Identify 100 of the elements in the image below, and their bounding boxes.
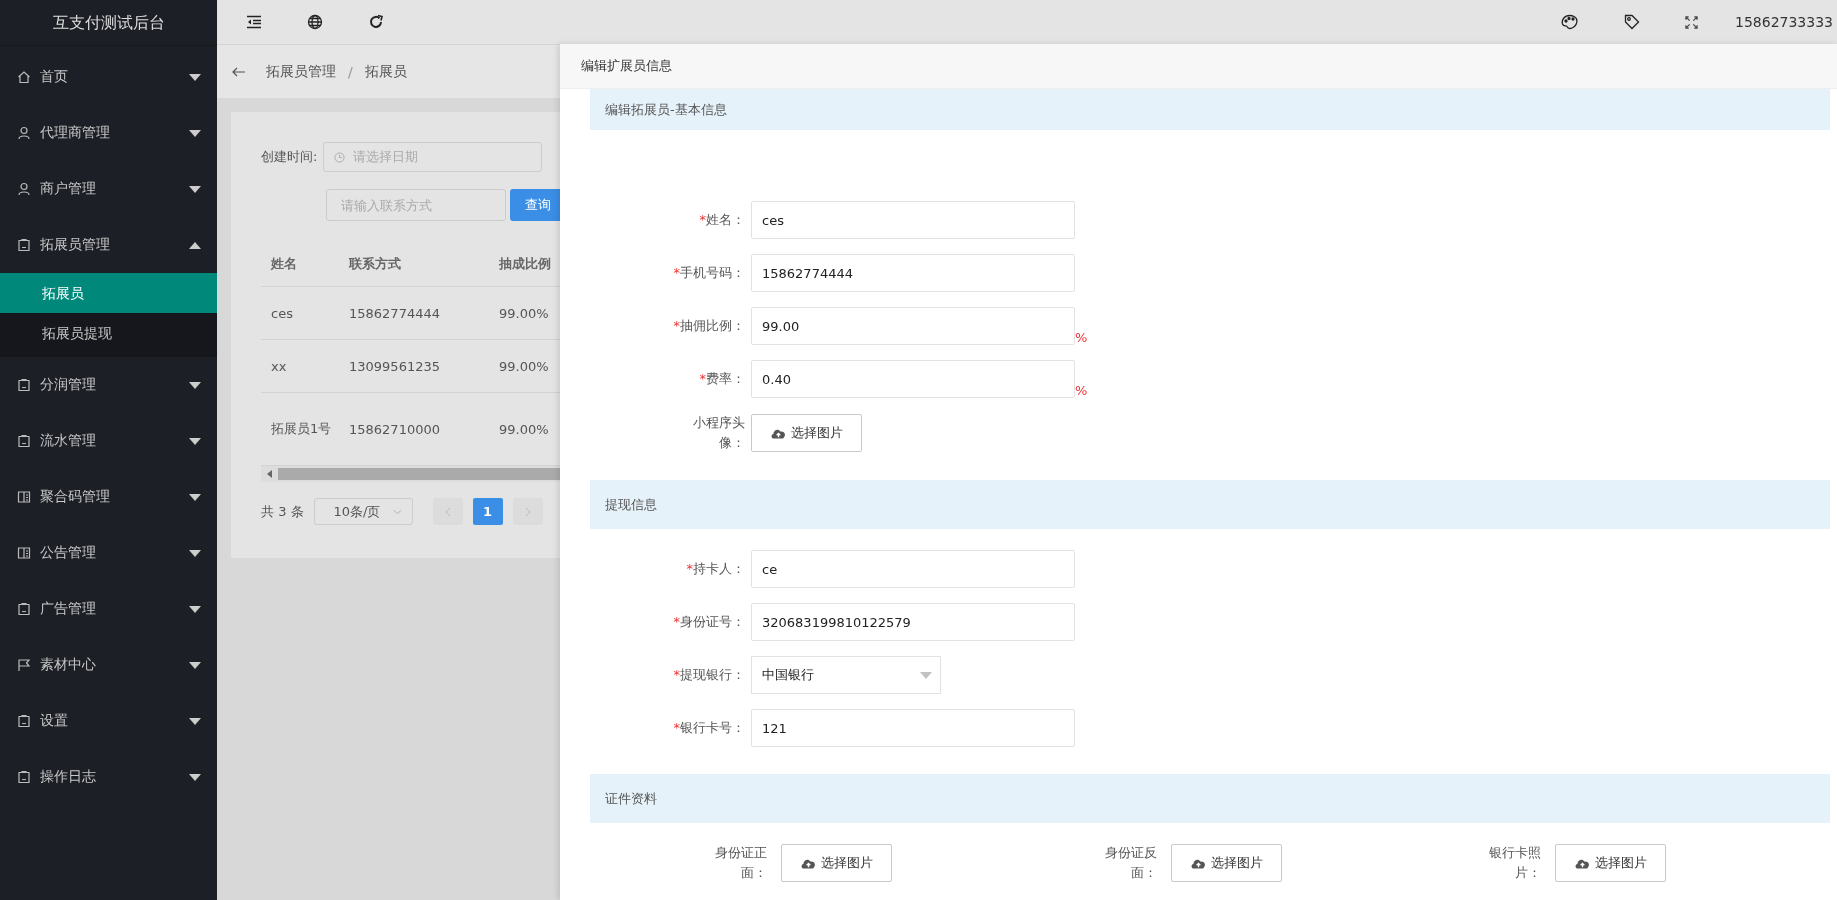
- percent-suffix: %: [1075, 383, 1088, 398]
- chevron-down-icon: [392, 508, 402, 515]
- cloud-upload-icon: [1574, 857, 1591, 869]
- book-icon: [17, 490, 31, 504]
- menu-fold-icon[interactable]: [246, 15, 262, 29]
- required-mark: *: [673, 667, 680, 682]
- filter-label: 创建时间:: [261, 148, 318, 166]
- upload-button[interactable]: 选择图片: [751, 414, 862, 452]
- sidebar-item[interactable]: 聚合码管理: [0, 469, 217, 525]
- required-mark: *: [673, 614, 680, 629]
- required-mark: *: [673, 720, 680, 735]
- clipboard-icon: [17, 714, 31, 728]
- field-label: 身份证反面：: [1104, 844, 1157, 882]
- clipboard-icon: [17, 602, 31, 616]
- upload-button[interactable]: 选择图片: [1171, 844, 1282, 882]
- sidebar-item[interactable]: 流水管理: [0, 413, 217, 469]
- field-label: *姓名：: [698, 211, 745, 229]
- cloud-upload-icon: [1190, 857, 1207, 869]
- page-size-select[interactable]: 10条/页: [313, 498, 413, 525]
- field-label: *抽佣比例：: [672, 317, 745, 335]
- submenu-item[interactable]: 拓展员: [0, 273, 217, 313]
- back-arrow-icon[interactable]: [232, 66, 246, 77]
- section-title: 编辑拓展员-基本信息: [605, 100, 727, 119]
- field-label: *身份证号：: [672, 613, 745, 631]
- section-title: 证件资料: [605, 789, 657, 808]
- required-mark: *: [673, 265, 680, 280]
- sidebar-item[interactable]: 商户管理: [0, 161, 217, 217]
- sidebar-item[interactable]: 设置: [0, 693, 217, 749]
- text-field[interactable]: 99.00: [751, 307, 1075, 345]
- required-mark: *: [699, 371, 706, 386]
- bank-select[interactable]: 中国银行: [751, 656, 941, 694]
- total-count: 共 3 条: [261, 502, 304, 521]
- cloud-upload-icon: [800, 857, 817, 869]
- table-cell-text: 99.00%: [498, 421, 550, 437]
- table-cell-text: 拓展员1号: [270, 420, 333, 438]
- sidebar-item[interactable]: 素材中心: [0, 637, 217, 693]
- fullscreen-icon[interactable]: [1685, 15, 1698, 29]
- column-header: 抽成比例: [498, 254, 552, 273]
- table-cell-text: 99.00%: [498, 358, 550, 374]
- user-phone[interactable]: 15862733333: [1735, 14, 1837, 30]
- section-title: 提现信息: [605, 495, 657, 514]
- submenu-item[interactable]: 拓展员提现: [0, 313, 217, 353]
- clock-icon: [334, 151, 346, 163]
- sidebar-item[interactable]: 公告管理: [0, 525, 217, 581]
- scroll-left-icon[interactable]: [267, 470, 272, 478]
- clipboard-icon: [17, 378, 31, 392]
- clipboard-icon: [17, 238, 31, 252]
- sidebar-item[interactable]: 首页: [0, 49, 217, 105]
- sidebar-item[interactable]: 分润管理: [0, 357, 217, 413]
- sidebar-item[interactable]: 拓展员管理: [0, 217, 217, 273]
- field-label: *手机号码：: [672, 264, 745, 282]
- table-cell-text: 99.00%: [498, 305, 550, 321]
- book-icon: [17, 546, 31, 560]
- palette-icon[interactable]: [1561, 14, 1579, 30]
- user-icon: [17, 182, 31, 196]
- text-field[interactable]: ces: [751, 201, 1075, 239]
- table-cell-text: 13099561235: [348, 358, 441, 374]
- field-label: 银行卡照片：: [1488, 844, 1541, 882]
- user-icon: [17, 126, 31, 140]
- chevron-right-icon: [524, 506, 531, 517]
- field-label: *持卡人：: [685, 560, 745, 578]
- refresh-icon[interactable]: [368, 14, 384, 30]
- text-field[interactable]: 15862774444: [751, 254, 1075, 292]
- home-icon: [17, 70, 31, 84]
- percent-suffix: %: [1075, 330, 1088, 345]
- upload-button[interactable]: 选择图片: [781, 844, 892, 882]
- breadcrumb-item: 拓展员: [364, 62, 407, 81]
- required-mark: *: [686, 561, 693, 576]
- clipboard-icon: [17, 770, 31, 784]
- table-cell-text: 15862710000: [348, 421, 441, 437]
- sidebar-item[interactable]: 代理商管理: [0, 105, 217, 161]
- drawer-title: 编辑扩展员信息: [581, 57, 672, 75]
- clipboard-icon: [17, 434, 31, 448]
- field-label: 小程序头像：: [692, 414, 745, 452]
- sidebar-item[interactable]: 广告管理: [0, 581, 217, 637]
- caret-down-icon: [920, 671, 932, 679]
- text-field[interactable]: 0.40: [751, 360, 1075, 398]
- field-label: *提现银行：: [672, 666, 745, 684]
- field-label: *银行卡号：: [672, 719, 745, 737]
- column-header: 联系方式: [348, 254, 402, 273]
- column-header: 姓名: [270, 254, 298, 273]
- table-cell-text: 15862774444: [348, 305, 441, 321]
- chevron-left-icon: [444, 506, 451, 517]
- text-field[interactable]: 320683199810122579: [751, 603, 1075, 641]
- breadcrumb-item[interactable]: 拓展员管理: [266, 62, 336, 81]
- breadcrumb-separator: /: [348, 63, 353, 80]
- field-label: *费率：: [698, 370, 745, 388]
- text-field[interactable]: 121: [751, 709, 1075, 747]
- flag-icon: [17, 658, 31, 672]
- globe-icon[interactable]: [307, 14, 323, 30]
- upload-button[interactable]: 选择图片: [1555, 844, 1666, 882]
- table-cell-text: ces: [270, 305, 294, 321]
- required-mark: *: [699, 212, 706, 227]
- text-field[interactable]: ce: [751, 550, 1075, 588]
- required-mark: *: [673, 318, 680, 333]
- cloud-upload-icon: [770, 427, 787, 439]
- sidebar-item[interactable]: 操作日志: [0, 749, 217, 805]
- tag-icon[interactable]: [1624, 14, 1640, 30]
- table-cell-text: xx: [270, 358, 288, 374]
- field-label: 身份证正面：: [714, 844, 767, 882]
